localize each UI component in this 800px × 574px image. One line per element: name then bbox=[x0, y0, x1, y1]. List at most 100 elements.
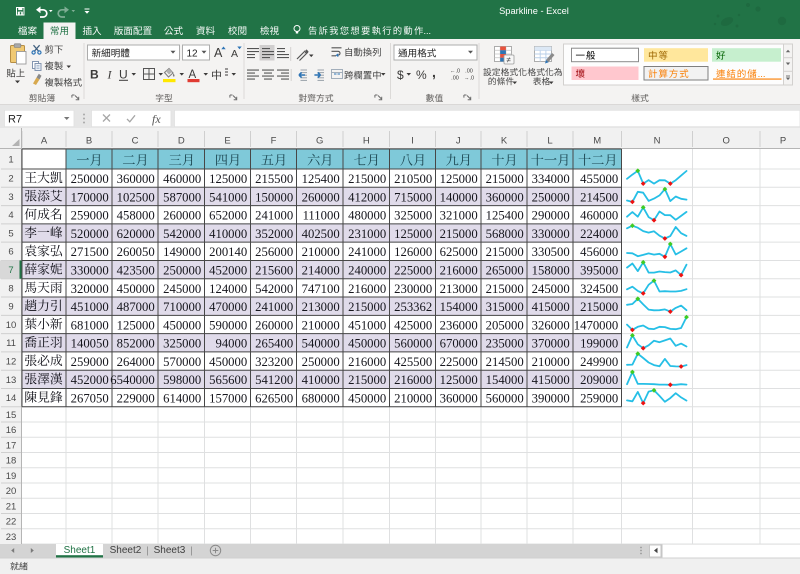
svg-text:140000: 140000 bbox=[440, 190, 478, 204]
svg-text:470000: 470000 bbox=[209, 300, 247, 314]
svg-text:229000: 229000 bbox=[117, 392, 155, 406]
svg-text:2: 2 bbox=[8, 174, 13, 185]
svg-text:N: N bbox=[654, 136, 661, 147]
svg-text:565600: 565600 bbox=[209, 373, 247, 387]
svg-text:330500: 330500 bbox=[532, 245, 570, 259]
svg-text:F: F bbox=[271, 136, 277, 147]
svg-text:560000: 560000 bbox=[486, 392, 524, 406]
svg-text:415000: 415000 bbox=[532, 300, 570, 314]
svg-text:852000: 852000 bbox=[117, 337, 155, 351]
svg-text:126000: 126000 bbox=[394, 245, 432, 259]
svg-text:265400: 265400 bbox=[255, 337, 293, 351]
svg-text:452000: 452000 bbox=[71, 373, 109, 387]
svg-text:231000: 231000 bbox=[348, 227, 386, 241]
svg-text:450000: 450000 bbox=[209, 355, 247, 369]
svg-text:460000: 460000 bbox=[580, 209, 618, 223]
svg-text:A: A bbox=[214, 46, 223, 60]
svg-text:256000: 256000 bbox=[255, 245, 293, 259]
svg-text:.00: .00 bbox=[451, 76, 459, 82]
svg-text:125000: 125000 bbox=[394, 227, 432, 241]
svg-text:125000: 125000 bbox=[440, 172, 478, 186]
svg-text:680000: 680000 bbox=[302, 392, 340, 406]
svg-text:410000: 410000 bbox=[209, 227, 247, 241]
svg-text:6540000: 6540000 bbox=[110, 373, 154, 387]
svg-text:216000: 216000 bbox=[394, 373, 432, 387]
svg-text:125400: 125400 bbox=[302, 172, 340, 186]
svg-text:325000: 325000 bbox=[163, 337, 201, 351]
svg-text:259000: 259000 bbox=[71, 355, 109, 369]
svg-text:315000: 315000 bbox=[486, 300, 524, 314]
svg-text:423500: 423500 bbox=[117, 263, 155, 277]
svg-text:216000: 216000 bbox=[348, 282, 386, 296]
svg-text:235000: 235000 bbox=[486, 337, 524, 351]
svg-text:150000: 150000 bbox=[255, 190, 293, 204]
svg-text:21: 21 bbox=[6, 501, 17, 512]
svg-text:250000: 250000 bbox=[71, 172, 109, 186]
svg-text:260050: 260050 bbox=[117, 245, 155, 259]
svg-text:568000: 568000 bbox=[486, 227, 524, 241]
svg-text:199000: 199000 bbox=[580, 337, 618, 351]
svg-text:245000: 245000 bbox=[163, 282, 201, 296]
svg-text:I: I bbox=[411, 136, 414, 147]
svg-text:412000: 412000 bbox=[348, 190, 386, 204]
svg-text:149000: 149000 bbox=[163, 245, 201, 259]
svg-text:450000: 450000 bbox=[117, 282, 155, 296]
svg-text:334000: 334000 bbox=[532, 172, 570, 186]
svg-text:→.0: →.0 bbox=[464, 76, 474, 82]
svg-text:487000: 487000 bbox=[117, 300, 155, 314]
svg-text:225000: 225000 bbox=[394, 263, 432, 277]
svg-text:330000: 330000 bbox=[532, 227, 570, 241]
svg-text:E: E bbox=[224, 136, 230, 147]
svg-text:598000: 598000 bbox=[163, 373, 201, 387]
svg-text:290000: 290000 bbox=[532, 209, 570, 223]
svg-text:fx: fx bbox=[152, 112, 161, 126]
svg-text:402500: 402500 bbox=[302, 227, 340, 241]
svg-text:K: K bbox=[501, 136, 508, 147]
svg-text:652000: 652000 bbox=[209, 209, 247, 223]
svg-text:590000: 590000 bbox=[209, 318, 247, 332]
svg-text:259000: 259000 bbox=[580, 392, 618, 406]
svg-text:170000: 170000 bbox=[71, 190, 109, 204]
svg-text:125000: 125000 bbox=[117, 318, 155, 332]
svg-text:$: $ bbox=[397, 68, 404, 82]
svg-text:450000: 450000 bbox=[348, 392, 386, 406]
svg-text:5: 5 bbox=[8, 228, 13, 239]
svg-text:215000: 215000 bbox=[348, 373, 386, 387]
svg-text:215000: 215000 bbox=[348, 300, 386, 314]
svg-text:265000: 265000 bbox=[486, 263, 524, 277]
svg-text:271500: 271500 bbox=[71, 245, 109, 259]
svg-text:541000: 541000 bbox=[209, 190, 247, 204]
svg-text:140050: 140050 bbox=[71, 337, 109, 351]
svg-text:458000: 458000 bbox=[117, 209, 155, 223]
svg-text:215000: 215000 bbox=[486, 172, 524, 186]
svg-text:125400: 125400 bbox=[486, 209, 524, 223]
svg-text:9: 9 bbox=[8, 302, 13, 313]
svg-text:210500: 210500 bbox=[394, 172, 432, 186]
svg-text:R7: R7 bbox=[8, 113, 22, 125]
svg-text:215500: 215500 bbox=[255, 172, 293, 186]
svg-text:125000: 125000 bbox=[209, 172, 247, 186]
svg-text:210000: 210000 bbox=[302, 245, 340, 259]
svg-text:H: H bbox=[363, 136, 370, 147]
svg-text:...: ... bbox=[758, 69, 766, 80]
svg-text:L: L bbox=[547, 136, 552, 147]
svg-text:241000: 241000 bbox=[255, 300, 293, 314]
svg-text:19: 19 bbox=[6, 471, 17, 482]
svg-text:253362: 253362 bbox=[394, 300, 432, 314]
svg-text:360000: 360000 bbox=[440, 392, 478, 406]
svg-text:17: 17 bbox=[6, 440, 17, 451]
svg-text:3: 3 bbox=[8, 192, 13, 203]
svg-text:15: 15 bbox=[6, 410, 17, 421]
svg-text:747100: 747100 bbox=[302, 282, 340, 296]
svg-text:681000: 681000 bbox=[71, 318, 109, 332]
svg-text:214500: 214500 bbox=[580, 190, 618, 204]
svg-text:460000: 460000 bbox=[163, 172, 201, 186]
svg-text:18: 18 bbox=[6, 456, 17, 467]
svg-text:264000: 264000 bbox=[117, 355, 155, 369]
svg-text:20: 20 bbox=[6, 486, 17, 497]
svg-text:12: 12 bbox=[6, 356, 17, 367]
svg-text:260000: 260000 bbox=[163, 209, 201, 223]
svg-text:.00: .00 bbox=[465, 69, 473, 75]
svg-text:14: 14 bbox=[6, 393, 17, 404]
svg-text:215000: 215000 bbox=[486, 282, 524, 296]
